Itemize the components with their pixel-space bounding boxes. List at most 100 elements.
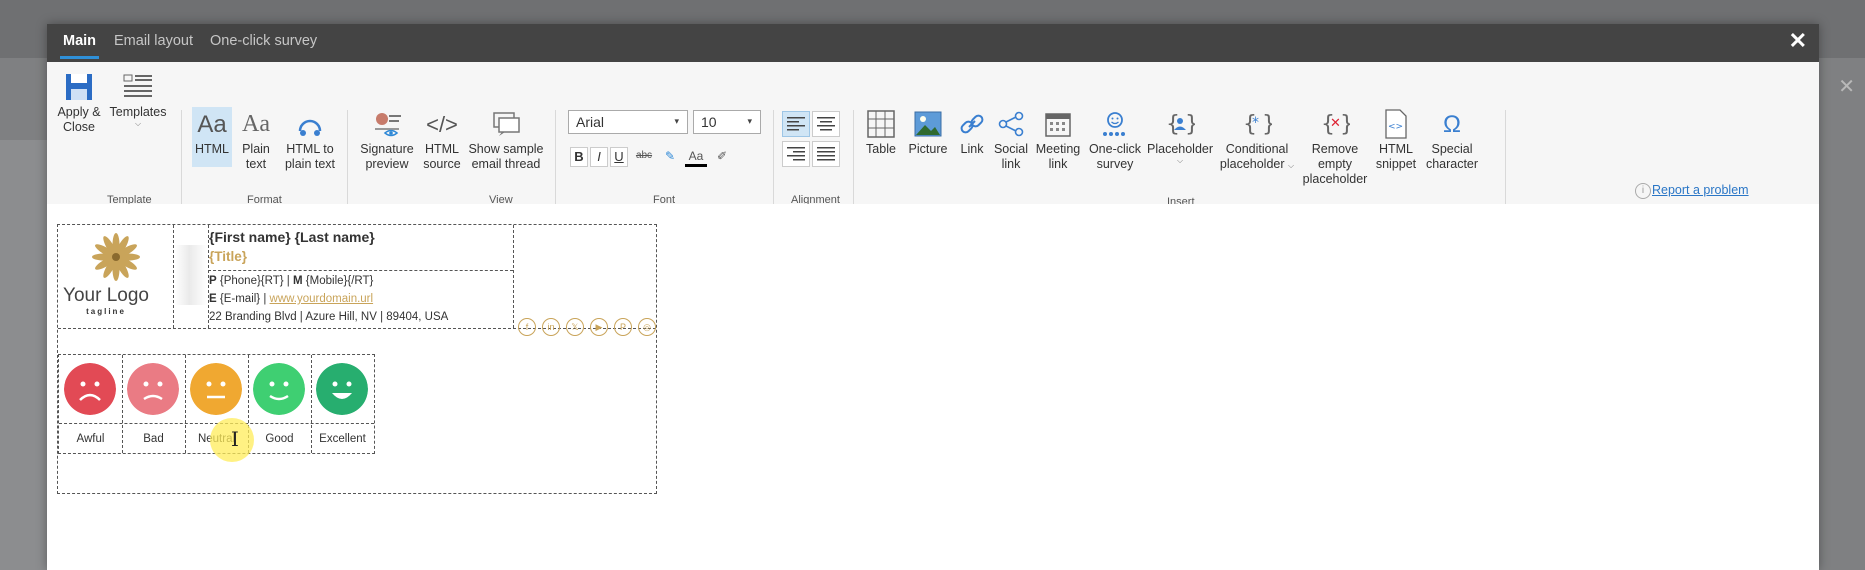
social-link-label: Social link bbox=[993, 142, 1029, 171]
one-click-survey-label: One-click survey bbox=[1088, 142, 1142, 171]
report-problem-link[interactable]: Report a problem bbox=[1652, 183, 1749, 197]
svg-text:<>: <> bbox=[1388, 122, 1403, 132]
calendar-icon bbox=[1034, 107, 1082, 141]
html-format-icon: Aa bbox=[197, 110, 227, 138]
signature-name: {First name} {Last name} bbox=[209, 229, 375, 245]
rating-label-bad: Bad bbox=[143, 433, 164, 445]
dialog-titlebar: Main Email layout One-click survey ✕ bbox=[47, 24, 1819, 62]
chevron-down-icon: ⌵ bbox=[1176, 156, 1184, 165]
placeholder-icon: {} bbox=[1147, 107, 1213, 141]
align-center-button[interactable] bbox=[812, 111, 840, 137]
omega-icon: Ω bbox=[1443, 110, 1461, 138]
insert-conditional-placeholder-button[interactable]: {}* Conditional placeholder ⌵ bbox=[1217, 107, 1297, 172]
tab-main[interactable]: Main bbox=[59, 33, 100, 59]
chevron-down-icon: ⌵ bbox=[134, 119, 142, 128]
svg-text:✕: ✕ bbox=[1330, 116, 1341, 131]
linkedin-icon[interactable]: in bbox=[542, 318, 560, 336]
tab-one-click-survey[interactable]: One-click survey bbox=[210, 33, 317, 49]
row-divider bbox=[208, 270, 513, 271]
clear-format-icon[interactable]: ✎ bbox=[659, 147, 681, 167]
align-center-icon bbox=[817, 117, 835, 131]
insert-meeting-link-button[interactable]: Meeting link bbox=[1034, 107, 1082, 172]
cell-divider bbox=[173, 225, 174, 328]
rating-label-excellent: Excellent bbox=[319, 433, 366, 445]
font-family-select[interactable]: Arial ▾ bbox=[568, 110, 688, 134]
format-plain-text-button[interactable]: Aa Plain text bbox=[236, 107, 276, 172]
signature-canvas[interactable]: Your Logo tagline {First name} {Last nam… bbox=[47, 204, 1819, 570]
templates-icon bbox=[108, 70, 168, 104]
table-label: Table bbox=[866, 142, 896, 156]
logo-tagline: tagline bbox=[86, 307, 126, 316]
align-right-button[interactable] bbox=[782, 141, 810, 167]
chevron-down-icon: ▾ bbox=[674, 116, 679, 126]
html-source-label: HTML source bbox=[423, 142, 461, 171]
insert-one-click-survey-button[interactable]: One-click survey bbox=[1087, 107, 1143, 172]
ribbon-separator bbox=[853, 110, 854, 210]
ribbon-toolbar: Apply & Close Templates ⌵ Template Aa HT… bbox=[47, 62, 1819, 210]
underline-button[interactable]: U bbox=[610, 147, 628, 167]
link-label: Link bbox=[960, 142, 984, 156]
ribbon-separator bbox=[555, 110, 556, 210]
table-icon bbox=[862, 107, 900, 141]
strikethrough-button[interactable]: abc bbox=[633, 147, 655, 167]
neutral-face-icon[interactable] bbox=[190, 363, 242, 415]
mobile-value: {Mobile}{/RT} bbox=[305, 275, 374, 287]
bad-face-icon[interactable] bbox=[127, 363, 179, 415]
font-size-select[interactable]: 10 ▾ bbox=[693, 110, 761, 134]
rating-label-awful: Awful bbox=[76, 433, 105, 445]
pinterest-icon[interactable]: P bbox=[614, 318, 632, 336]
show-email-thread-button[interactable]: Show sample email thread bbox=[468, 107, 544, 172]
bold-button[interactable]: B bbox=[570, 147, 588, 167]
facebook-icon[interactable]: f bbox=[518, 318, 536, 336]
apply-close-label: Apply & Close bbox=[57, 105, 101, 134]
signature-preview-button[interactable]: Signature preview bbox=[358, 107, 416, 172]
x-icon[interactable]: 𝕏 bbox=[566, 318, 584, 336]
insert-placeholder-button[interactable]: {} Placeholder ⌵ bbox=[1147, 107, 1213, 165]
signature-editor-dialog: Main Email layout One-click survey ✕ App… bbox=[47, 24, 1819, 570]
email-line: E {E-mail} | www.yourdomain.url bbox=[209, 293, 373, 305]
signature-preview-label: Signature preview bbox=[360, 142, 414, 171]
html-source-button[interactable]: </> HTML source bbox=[420, 107, 464, 172]
awful-face-icon[interactable] bbox=[64, 363, 116, 415]
insert-link-button[interactable]: Link bbox=[955, 107, 989, 157]
svg-text:}: } bbox=[1340, 112, 1350, 137]
remove-empty-placeholder-label: Remove empty placeholder bbox=[1302, 142, 1368, 186]
insert-table-button[interactable]: Table bbox=[862, 107, 900, 157]
background-panel bbox=[0, 140, 47, 570]
remove-placeholder-icon: {}✕ bbox=[1301, 107, 1369, 141]
logo-flower-icon bbox=[92, 233, 140, 281]
insert-html-snippet-button[interactable]: <> HTML snippet bbox=[1373, 107, 1419, 172]
good-face-icon[interactable] bbox=[253, 363, 305, 415]
align-justify-button[interactable] bbox=[812, 141, 840, 167]
tab-email-layout[interactable]: Email layout bbox=[114, 33, 193, 49]
remove-empty-placeholder-button[interactable]: {}✕ Remove empty placeholder bbox=[1301, 107, 1369, 187]
italic-button[interactable]: I bbox=[590, 147, 608, 167]
signature-table[interactable]: Your Logo tagline {First name} {Last nam… bbox=[57, 224, 657, 494]
ribbon-separator bbox=[347, 110, 348, 210]
apply-close-button[interactable]: Apply & Close bbox=[55, 70, 103, 135]
convert-icon bbox=[280, 107, 340, 141]
youtube-icon[interactable]: ▶ bbox=[590, 318, 608, 336]
picture-icon bbox=[906, 107, 950, 141]
svg-text:{: { bbox=[1166, 112, 1180, 137]
align-left-button[interactable] bbox=[782, 111, 810, 137]
phone-label: P bbox=[209, 275, 217, 287]
font-color-button[interactable]: Aa bbox=[685, 147, 707, 167]
templates-button[interactable]: Templates ⌵ bbox=[108, 70, 168, 128]
insert-social-link-button[interactable]: Social link bbox=[993, 107, 1029, 172]
html-snippet-icon: <> bbox=[1373, 107, 1419, 141]
excellent-face-icon[interactable] bbox=[316, 363, 368, 415]
format-html-button[interactable]: Aa HTML bbox=[192, 107, 232, 167]
email-value: {E-mail} | bbox=[219, 293, 270, 305]
align-right-icon bbox=[787, 147, 805, 161]
instagram-icon[interactable]: ◎ bbox=[638, 318, 656, 336]
insert-special-character-button[interactable]: Ω Special character bbox=[1423, 107, 1481, 172]
highlight-pen-icon[interactable]: ✐ bbox=[711, 147, 733, 167]
format-plain-text-label: Plain text bbox=[242, 142, 270, 171]
insert-picture-button[interactable]: Picture bbox=[906, 107, 950, 157]
website-link[interactable]: www.yourdomain.url bbox=[270, 293, 374, 305]
rating-label-good: Good bbox=[265, 433, 294, 445]
close-dialog-button[interactable]: ✕ bbox=[1789, 28, 1807, 54]
preview-icon bbox=[358, 107, 416, 141]
html-to-plain-button[interactable]: HTML to plain text bbox=[280, 107, 340, 172]
